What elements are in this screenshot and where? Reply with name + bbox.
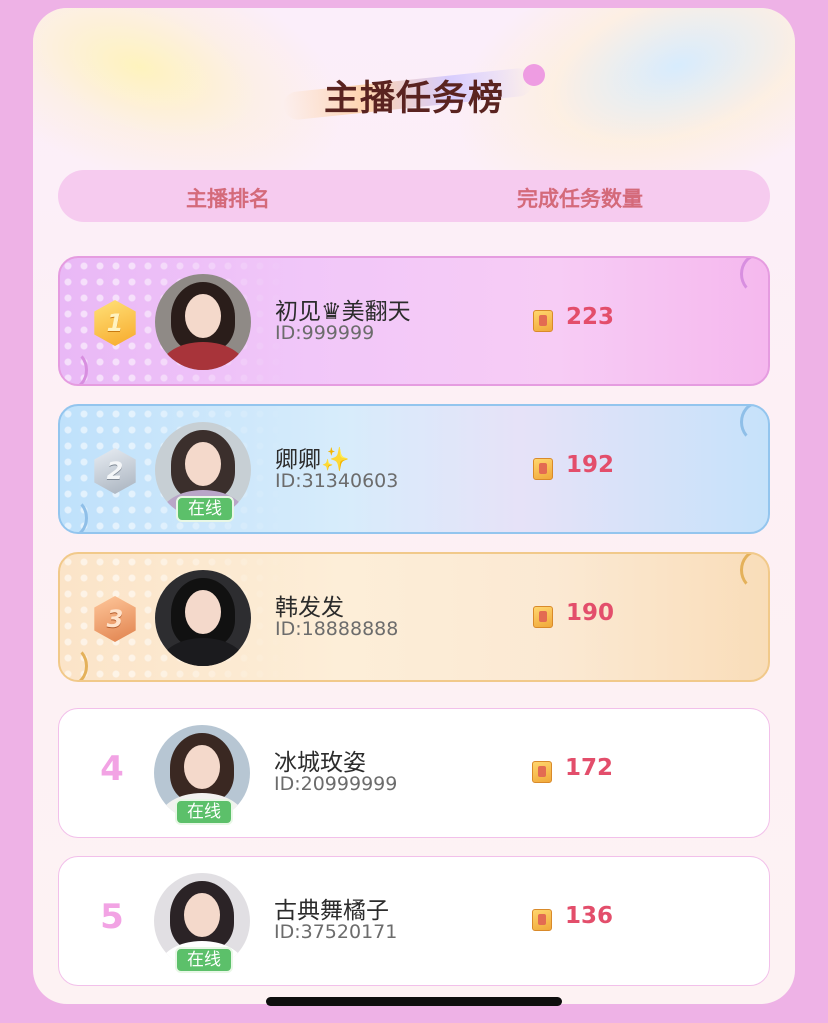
streamer-name: 韩发发 — [275, 595, 344, 621]
streamer-name: 卿卿✨ — [275, 447, 350, 473]
corner-ornament — [740, 406, 768, 442]
streamer-id: ID:31340603 — [275, 470, 399, 492]
rank-number: 4 — [100, 749, 124, 789]
streamer-id: ID:999999 — [275, 322, 375, 344]
leaderboard-row-4[interactable]: 4 在线 冰城玫姿 ID:20999999 172 — [58, 708, 770, 838]
task-count: 136 — [565, 903, 614, 929]
task-icon — [532, 909, 552, 931]
task-icon — [533, 458, 553, 480]
streamer-name: 冰城玫姿 — [274, 750, 366, 776]
online-badge: 在线 — [175, 947, 233, 973]
leaderboard-row-2[interactable]: 2 在线 卿卿✨ ID:31340603 192 — [58, 404, 770, 534]
streamer-id: ID:18888888 — [275, 618, 399, 640]
task-count-column-label: 完成任务数量 — [517, 187, 643, 211]
leaderboard-row-1[interactable]: 1 初见♛美翻天 ID:999999 223 — [58, 256, 770, 386]
task-count: 190 — [566, 600, 615, 626]
task-count: 172 — [565, 755, 614, 781]
rank-number: 5 — [100, 897, 124, 937]
rank-column-label: 主播排名 — [186, 187, 270, 211]
leaderboard-panel: 主播任务榜 主播排名 完成任务数量 1 初见♛美翻天 ID:999999 223… — [33, 8, 795, 1004]
streamer-name: 古典舞橘子 — [274, 898, 389, 924]
leaderboard-row-5[interactable]: 5 在线 古典舞橘子 ID:37520171 136 — [58, 856, 770, 986]
task-count: 192 — [566, 452, 615, 478]
online-badge: 在线 — [176, 496, 234, 522]
task-count: 223 — [566, 304, 615, 330]
title-dot-decoration — [523, 64, 545, 86]
avatar[interactable] — [155, 570, 251, 666]
streamer-id: ID:20999999 — [274, 773, 398, 795]
home-indicator[interactable] — [266, 997, 562, 1006]
corner-ornament — [740, 258, 768, 294]
corner-ornament — [740, 554, 768, 590]
task-icon — [532, 761, 552, 783]
streamer-name: 初见♛美翻天 — [275, 299, 411, 325]
streamer-id: ID:37520171 — [274, 921, 398, 943]
leaderboard-row-3[interactable]: 3 韩发发 ID:18888888 190 — [58, 552, 770, 682]
page-title: 主播任务榜 — [323, 79, 504, 119]
column-header: 主播排名 完成任务数量 — [58, 170, 770, 222]
task-icon — [533, 606, 553, 628]
task-icon — [533, 310, 553, 332]
avatar[interactable] — [155, 274, 251, 370]
online-badge: 在线 — [175, 799, 233, 825]
